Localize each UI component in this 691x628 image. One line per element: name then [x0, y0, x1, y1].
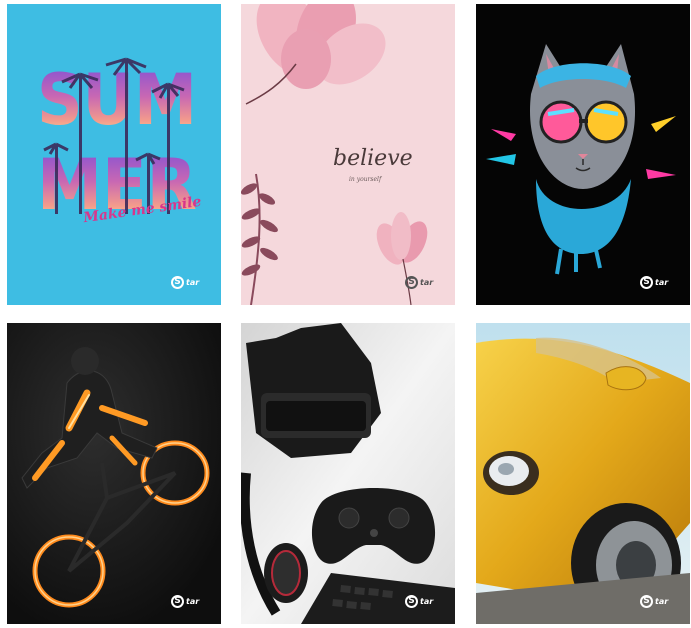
believe-title: believe: [333, 146, 413, 171]
brand-logo: S tar: [171, 276, 199, 289]
car-artwork: [476, 323, 690, 624]
cat-artwork: [486, 44, 676, 275]
logo-word: tar: [655, 597, 669, 606]
notebook-cover-car[interactable]: S tar: [476, 323, 690, 624]
brand-logo: S tar: [640, 595, 668, 608]
logo-word: tar: [186, 278, 200, 287]
logo-mark-icon: S: [640, 595, 653, 608]
logo-word: tar: [420, 597, 434, 606]
bmx-artwork: [7, 323, 221, 624]
notebook-cover-summer[interactable]: SUM MER Make me smile S tar: [7, 4, 221, 305]
logo-mark-icon: S: [405, 595, 418, 608]
brand-logo: S tar: [640, 276, 668, 289]
summer-artwork: SUM MER: [37, 57, 197, 226]
logo-word: tar: [186, 597, 200, 606]
logo-mark-icon: S: [171, 595, 184, 608]
brand-logo: S tar: [405, 276, 433, 289]
notebook-cover-cat[interactable]: S tar: [476, 4, 690, 305]
notebook-cover-gaming[interactable]: S tar: [241, 323, 455, 624]
logo-mark-icon: S: [171, 276, 184, 289]
logo-mark-icon: S: [405, 276, 418, 289]
brand-logo: S tar: [405, 595, 433, 608]
logo-mark-icon: S: [640, 276, 653, 289]
notebook-cover-believe[interactable]: believe in yourself S tar: [241, 4, 455, 305]
logo-word: tar: [420, 278, 434, 287]
believe-subtitle: in yourself: [349, 176, 382, 183]
gaming-artwork: [241, 323, 455, 624]
logo-word: tar: [655, 278, 669, 287]
notebook-cover-bmx[interactable]: S tar: [7, 323, 221, 624]
brand-logo: S tar: [171, 595, 199, 608]
